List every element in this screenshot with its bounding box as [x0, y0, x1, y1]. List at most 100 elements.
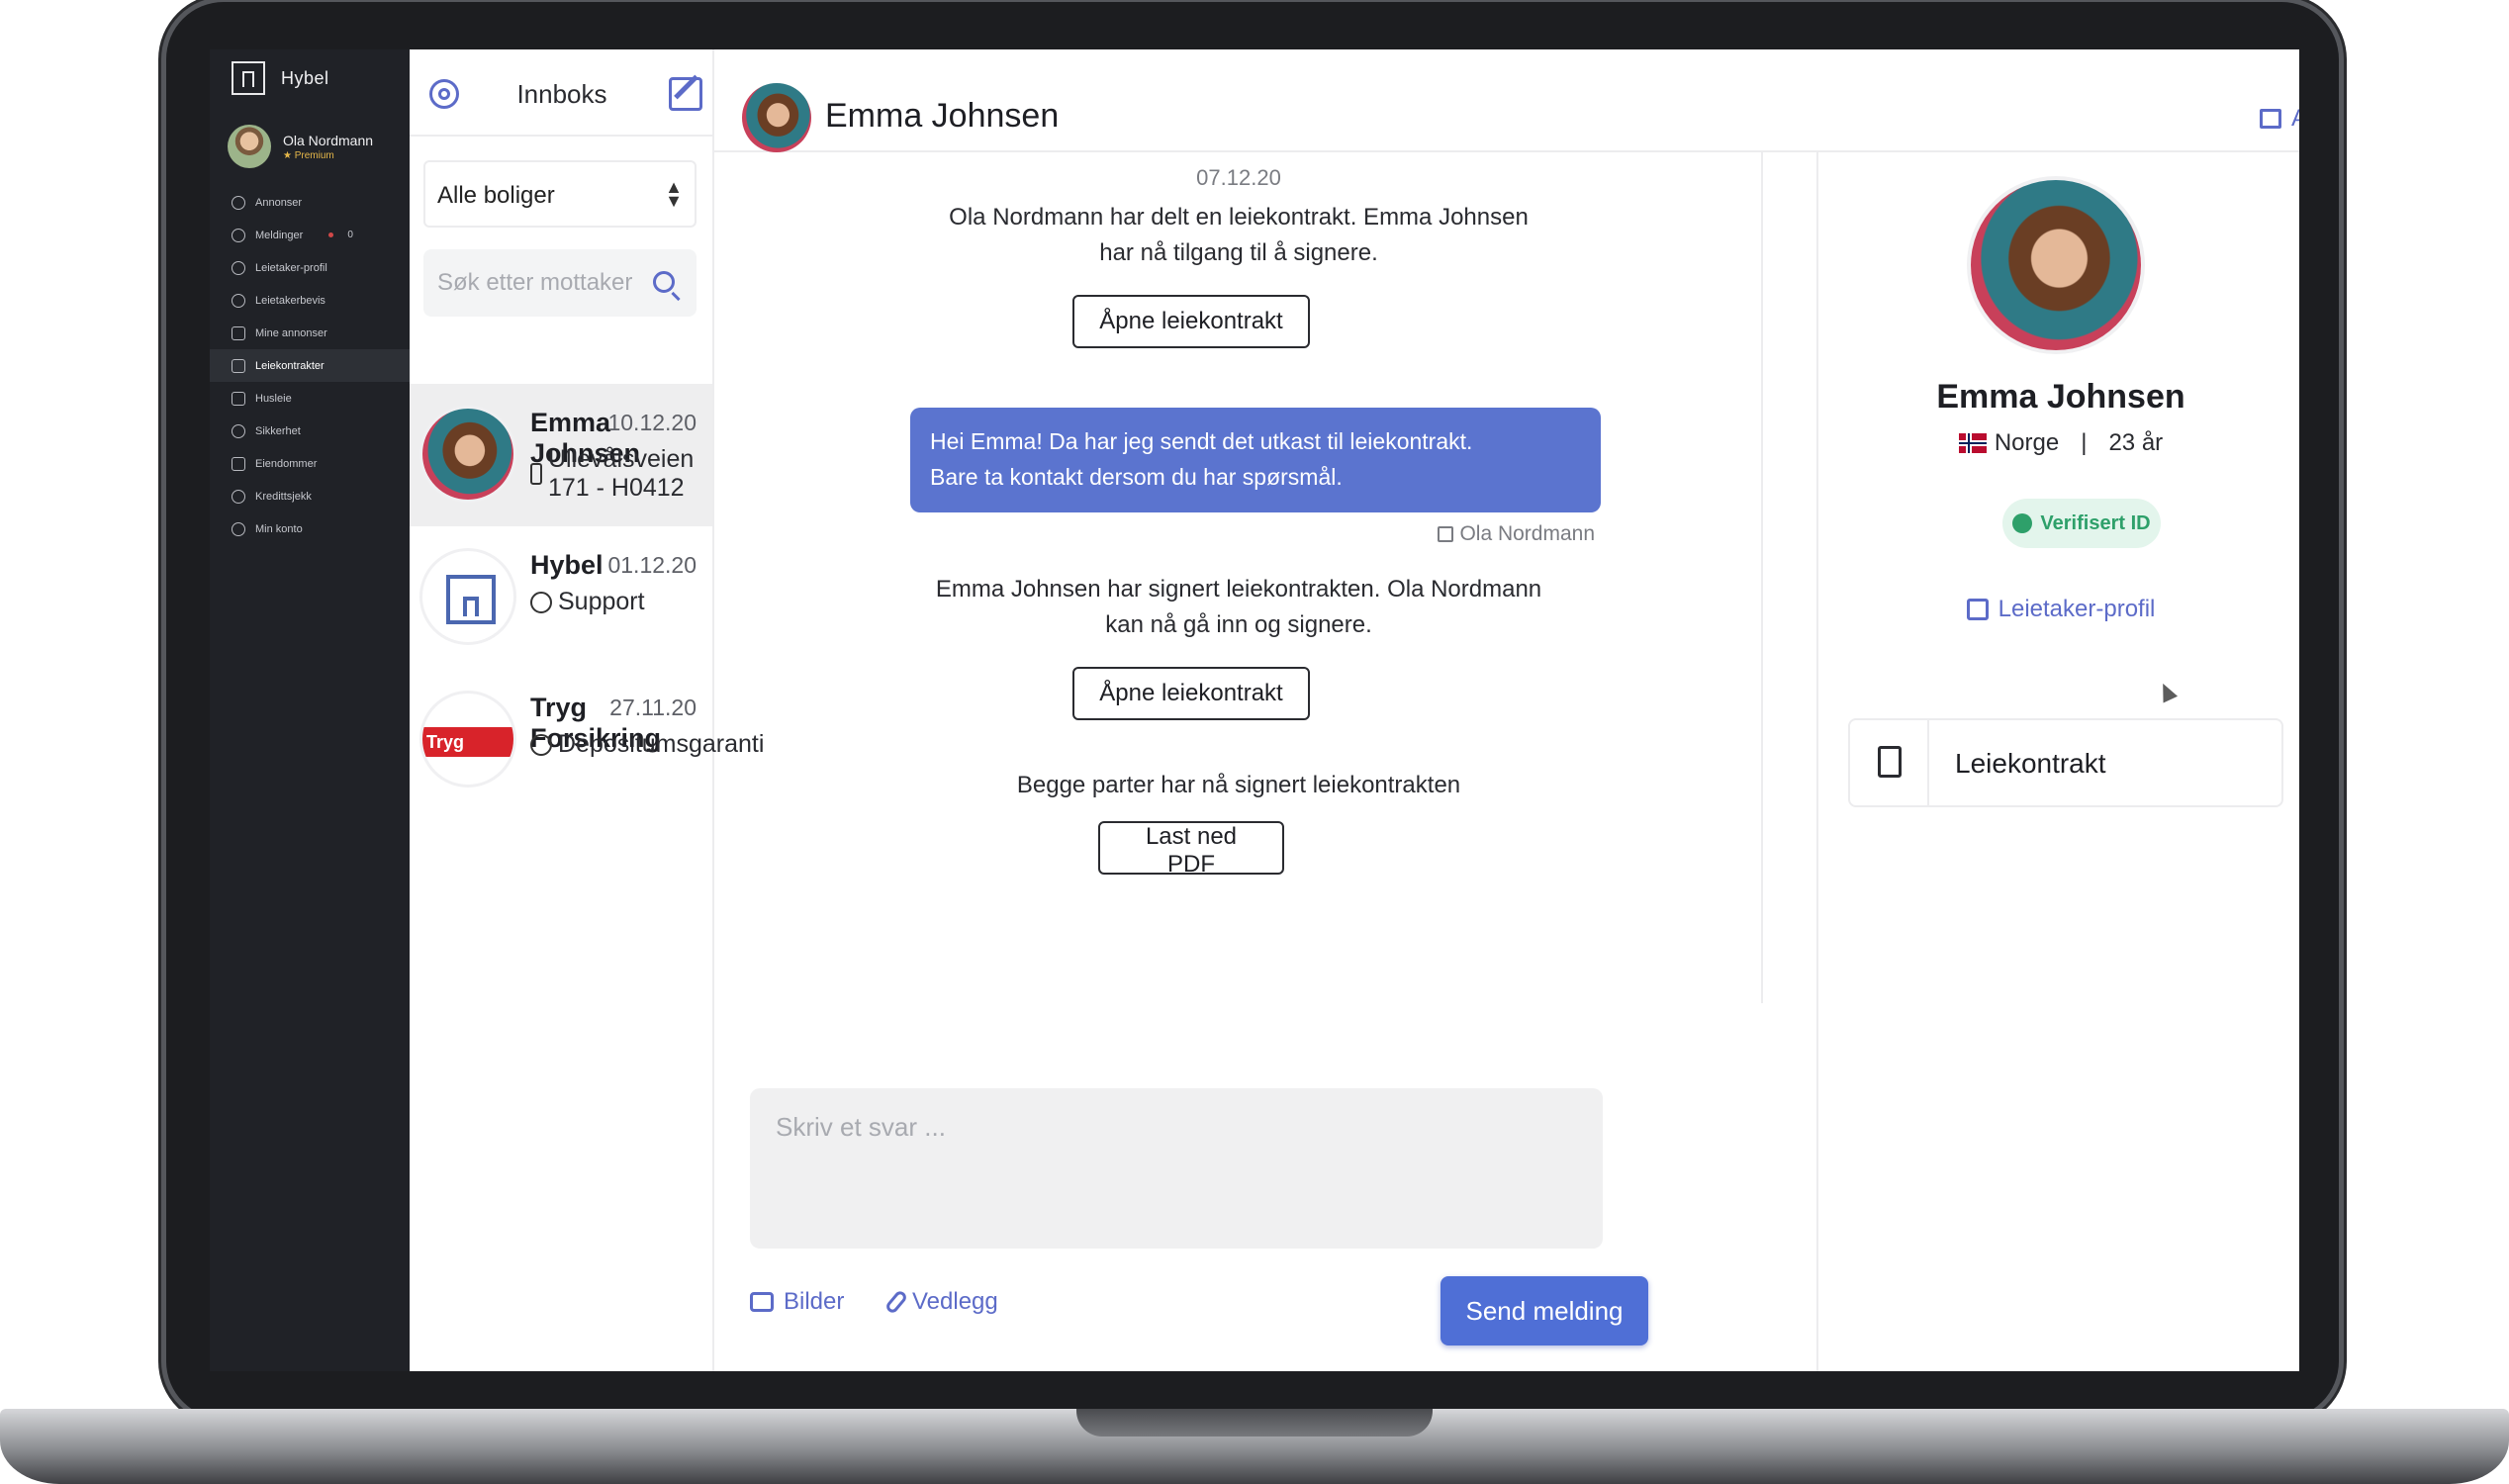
property-filter-select[interactable]: Alle boliger ▲ ▼ — [423, 160, 697, 228]
nav-item-label: Leiekontrakter — [255, 359, 325, 372]
tenant-profile-label: Leietaker-profil — [1998, 596, 2156, 622]
message-sender: Ola Nordmann — [1419, 522, 1595, 546]
nav-item-kredittsjekk[interactable]: Kredittsjekk — [210, 480, 410, 512]
main-sidebar: Hybel Ola Nordmann ★ Premium Annonser Me… — [210, 49, 410, 1371]
conversation-subtitle: Support — [530, 588, 645, 616]
open-contract-button[interactable]: Åpne leiekontrakt — [1072, 295, 1310, 348]
nav-item-label: Mine annonser — [255, 326, 327, 339]
system-message-line: kan nå gå inn og signere. — [1105, 611, 1372, 638]
premium-label: Premium — [294, 149, 334, 161]
device-mockup: Hybel Ola Nordmann ★ Premium Annonser Me… — [0, 0, 2509, 1484]
nav-item-label: Kredittsjekk — [255, 490, 312, 503]
user-icon — [232, 260, 245, 275]
search-input[interactable] — [437, 269, 635, 297]
premium-badge: ★ Premium — [283, 149, 334, 161]
camera-icon — [750, 1292, 774, 1312]
recipient-search — [423, 249, 697, 317]
document-icon — [1878, 746, 1902, 778]
tenant-profile-link[interactable]: Leietaker-profil — [1818, 596, 2299, 623]
reply-box — [750, 1088, 1603, 1249]
conversation-date: 10.12.20 — [607, 410, 697, 435]
images-label: Bilder — [784, 1288, 845, 1315]
conversation-date: 27.11.20 — [609, 695, 697, 720]
nav-item-min-konto[interactable]: Min konto — [210, 512, 410, 545]
download-pdf-button[interactable]: Last ned PDF — [1098, 821, 1284, 878]
nav-item-mine-annonser[interactable]: Mine annonser — [210, 317, 410, 349]
edit-icon — [1438, 526, 1454, 542]
paperclip-icon — [883, 1288, 909, 1316]
tryg-logo: Tryg — [422, 727, 513, 757]
account-icon — [232, 521, 245, 536]
chat-header: Emma Johnsen Arkiver samtale — [714, 49, 2299, 152]
search-icon[interactable] — [653, 271, 675, 293]
attachment-label: Vedlegg — [912, 1288, 998, 1315]
user-name: Ola Nordmann — [283, 132, 374, 148]
nav-item-label: Min konto — [255, 522, 303, 535]
avatar[interactable] — [742, 83, 811, 152]
shield-icon — [530, 733, 552, 756]
archive-conversation-button[interactable]: Arkiver samtale — [2260, 105, 2299, 133]
user-row[interactable]: Ola Nordmann ★ Premium — [228, 125, 373, 168]
laptop-notch — [1076, 1409, 1433, 1437]
message-line: Bare ta kontakt dersom du har spørsmål. — [930, 464, 1343, 490]
meta-separator: | — [2081, 429, 2088, 456]
nav-item-husleie[interactable]: Husleie — [210, 382, 410, 415]
brand-row[interactable]: Hybel — [232, 61, 329, 95]
avatar: Tryg — [419, 691, 516, 788]
check-circle-icon — [232, 293, 245, 308]
inbox-header: Innboks — [410, 49, 714, 137]
thread-date: 07.12.20 — [1196, 165, 1281, 190]
nav-item-meldinger[interactable]: Meldinger 0 — [210, 219, 410, 251]
chat-contact-name: Emma Johnsen — [825, 97, 1060, 135]
external-link-icon — [1966, 599, 1989, 620]
compose-icon[interactable] — [669, 77, 702, 111]
message-count: 0 — [347, 230, 353, 240]
hybel-logo-icon — [446, 575, 496, 624]
nav-item-eiendommer[interactable]: Eiendommer — [210, 447, 410, 480]
nav-item-annonser[interactable]: Annonser — [210, 186, 410, 219]
hybel-logo-icon — [232, 61, 265, 95]
norway-flag-icon — [1958, 433, 1987, 453]
shield-icon — [232, 423, 245, 438]
nav-item-label: Leietakerbevis — [255, 294, 325, 307]
check-shield-icon — [2012, 513, 2033, 533]
nav-item-label: Eiendommer — [255, 457, 318, 470]
verified-label: Verifisert ID — [2040, 511, 2151, 534]
avatar — [1967, 176, 2145, 354]
sort-arrows-icon: ▲ ▼ — [665, 177, 683, 211]
send-message-button[interactable]: Send melding — [1440, 1276, 1648, 1345]
brand-name: Hybel — [281, 67, 329, 88]
sender-name: Ola Nordmann — [1459, 522, 1595, 545]
document-icon — [232, 358, 245, 373]
contract-document-card[interactable]: Leiekontrakt — [1848, 718, 2283, 807]
message-thread: 07.12.20 Ola Nordmann har delt en leieko… — [714, 152, 2179, 1003]
conversation-subtitle-text: Ullevålsveien 171 - H0412 — [547, 445, 695, 502]
chat-icon — [232, 228, 245, 242]
profile-meta: Norge | 23 år — [1818, 429, 2299, 457]
nav-item-leiekontrakter[interactable]: Leiekontrakter — [210, 349, 410, 382]
magnifier-icon — [232, 489, 245, 504]
nav-item-label: Meldinger — [255, 229, 304, 241]
add-attachment-button[interactable]: Vedlegg — [883, 1288, 998, 1316]
nav-item-label: Annonser — [255, 196, 303, 209]
system-message-shared: Ola Nordmann har delt en leiekontrakt. E… — [714, 200, 1763, 271]
conversation-item-hybel[interactable]: Hybel 01.12.20 Support — [410, 526, 712, 669]
system-message-both-signed: Begge parter har nå signert leiekontrakt… — [1016, 772, 1461, 798]
avatar — [228, 125, 271, 168]
archive-icon — [2260, 109, 2281, 129]
nav-item-leietaker-profil[interactable]: Leietaker-profil — [210, 251, 410, 284]
app-screen: Hybel Ola Nordmann ★ Premium Annonser Me… — [210, 49, 2299, 1371]
document-label: Leiekontrakt — [1955, 748, 2106, 779]
nav-item-sikkerhet[interactable]: Sikkerhet — [210, 415, 410, 447]
reply-input[interactable] — [776, 1112, 1567, 1221]
document-icon-wrap — [1850, 720, 1929, 805]
conversation-item-emma[interactable]: Emma Johnsen 10.12.20 Ullevålsveien 171 … — [410, 384, 712, 526]
add-images-button[interactable]: Bilder — [750, 1288, 844, 1316]
nav-item-label: Sikkerhet — [255, 424, 301, 437]
verified-id-badge: Verifisert ID — [2002, 499, 2161, 548]
open-contract-button[interactable]: Åpne leiekontrakt — [1072, 667, 1310, 720]
nav-item-leietakerbevis[interactable]: Leietakerbevis — [210, 284, 410, 317]
archive-label: Arkiver samtale — [2291, 105, 2299, 133]
question-icon — [530, 591, 552, 613]
conversation-item-tryg[interactable]: Tryg Tryg Forsikring 27.11.20 Depositums… — [410, 669, 764, 811]
